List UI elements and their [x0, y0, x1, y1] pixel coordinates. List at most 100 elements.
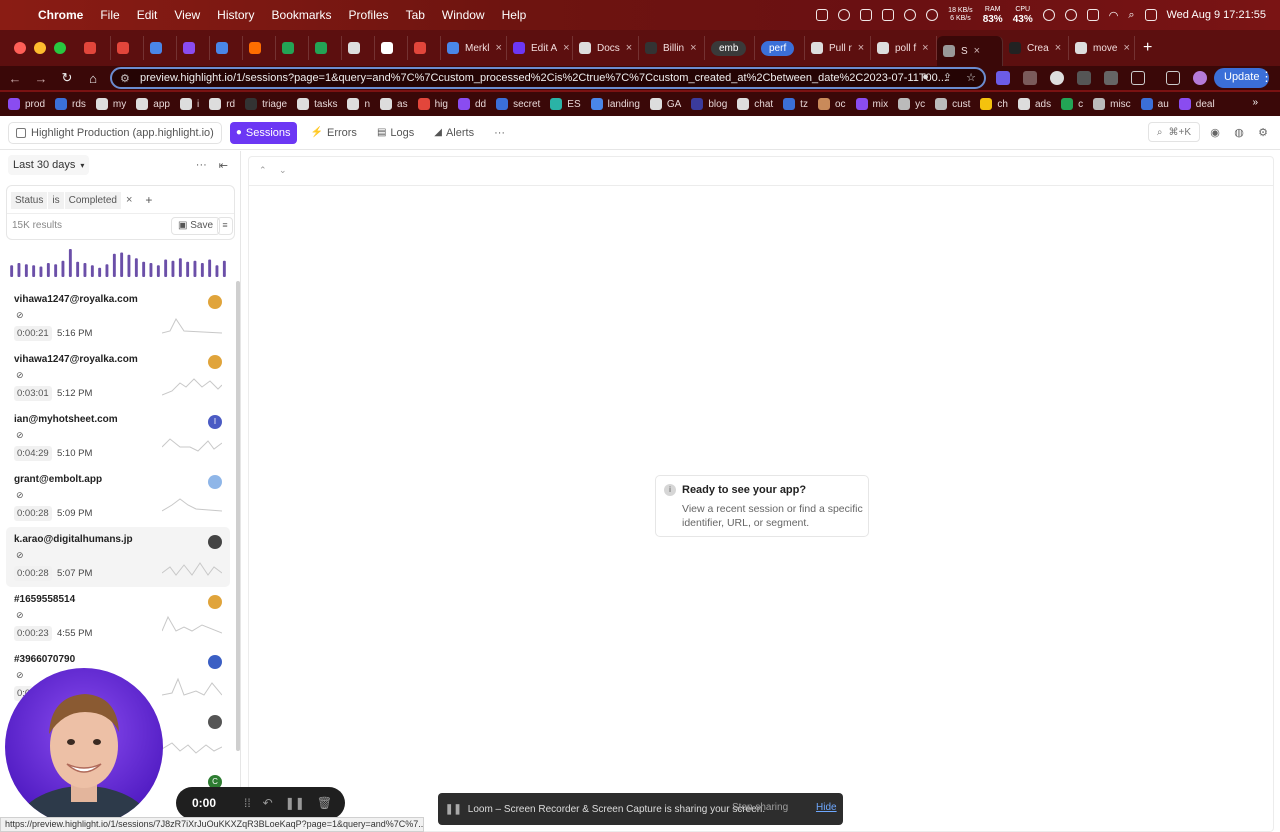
extension-icon[interactable] — [996, 71, 1010, 85]
bookmark-item[interactable]: blog — [691, 98, 727, 110]
trash-icon[interactable]: 🗑 — [317, 796, 332, 810]
forward-icon[interactable]: → — [28, 71, 54, 86]
menu-edit[interactable]: Edit — [137, 8, 158, 22]
nav-more-button[interactable]: ··· — [488, 122, 511, 144]
filter-field[interactable]: Status — [11, 191, 48, 209]
browser-tab[interactable]: Pull r × — [805, 36, 871, 60]
hide-banner-button[interactable]: Hide — [816, 802, 837, 813]
filter-value[interactable]: Completed — [64, 191, 121, 209]
histogram-bar[interactable] — [83, 263, 87, 277]
bookmark-item[interactable]: yc — [898, 98, 925, 110]
histogram-bar[interactable] — [61, 260, 65, 277]
date-range-picker[interactable]: Last 30 days ▾ — [8, 155, 90, 175]
menu-history[interactable]: History — [217, 8, 254, 22]
nav-logs[interactable]: ▤ Logs — [371, 122, 420, 144]
play-icon[interactable] — [1042, 9, 1055, 21]
close-tab-icon[interactable]: × — [626, 42, 632, 54]
close-tab-icon[interactable]: × — [858, 42, 864, 54]
status-app-icon[interactable] — [838, 9, 851, 21]
clock-datetime[interactable]: Wed Aug 9 17:21:55 — [1167, 9, 1267, 21]
segments-icon[interactable]: ≡ — [217, 217, 233, 235]
histogram-bar[interactable] — [39, 266, 43, 278]
zoom-window-button[interactable] — [54, 42, 66, 54]
bookmark-item[interactable]: au — [1140, 98, 1169, 110]
browser-tab[interactable] — [342, 36, 375, 60]
browser-tab[interactable]: perf — [755, 36, 805, 60]
histogram-bar[interactable] — [127, 254, 131, 277]
histogram-bar[interactable] — [24, 264, 28, 277]
wifi-icon[interactable]: ◠ — [1109, 9, 1119, 22]
bookmark-item[interactable]: my — [95, 98, 126, 110]
histogram-bar[interactable] — [17, 263, 21, 277]
remove-filter-icon[interactable]: × — [122, 191, 136, 209]
nav-alerts[interactable]: ◢ Alerts — [428, 122, 480, 144]
cpu-usage[interactable]: CPU 43% — [1013, 6, 1033, 25]
address-url[interactable]: preview.highlight.io/1/sessions?page=1&q… — [140, 72, 947, 84]
drag-handle-icon[interactable]: ⁞⁞ — [244, 796, 251, 810]
bookmark-item[interactable]: GA — [649, 98, 681, 110]
histogram-bar[interactable] — [171, 260, 175, 277]
command-search-button[interactable]: ⌕ ⌘+K — [1147, 122, 1200, 142]
bookmark-item[interactable]: oc — [817, 98, 846, 110]
histogram-bar[interactable] — [90, 265, 94, 277]
browser-tab[interactable]: Edit A × — [507, 36, 573, 60]
bookmark-item[interactable]: ch — [980, 98, 1008, 110]
bookmark-item[interactable]: c — [1061, 98, 1083, 110]
session-list-item[interactable]: #1659558514 ⊘ 0:00:23 4:55 PM — [6, 587, 230, 647]
stop-sharing-button[interactable]: Stop sharing — [732, 802, 788, 813]
clock-icon[interactable] — [1064, 9, 1077, 21]
browser-tab[interactable] — [111, 36, 144, 60]
network-speed[interactable]: 18 KB/s 6 KB/s — [948, 7, 973, 23]
histogram-bar[interactable] — [54, 264, 58, 277]
ram-usage[interactable]: RAM 83% — [983, 6, 1003, 25]
loom-camera-bubble[interactable] — [5, 668, 163, 826]
bookmarks-overflow-button[interactable]: » — [1252, 97, 1258, 108]
bookmark-item[interactable]: triage — [245, 98, 287, 110]
browser-tab[interactable] — [309, 36, 342, 60]
close-tab-icon[interactable]: × — [690, 42, 696, 54]
session-list-item[interactable]: grant@embolt.app ⊘ 0:00:28 5:09 PM — [6, 467, 230, 527]
histogram-bar[interactable] — [68, 249, 72, 277]
extension-icon[interactable] — [1077, 71, 1091, 85]
close-tab-icon[interactable]: × — [922, 42, 928, 54]
histogram-bar[interactable] — [134, 258, 138, 277]
histogram-bar[interactable] — [46, 263, 50, 277]
browser-tab[interactable]: Merkl × — [441, 36, 507, 60]
menu-window[interactable]: Window — [442, 8, 485, 22]
histogram-bar[interactable] — [76, 261, 80, 277]
extension-icon[interactable] — [1104, 71, 1118, 85]
histogram-bar[interactable] — [149, 263, 153, 277]
bookmark-item[interactable]: app — [136, 98, 170, 110]
histogram-bar[interactable] — [142, 261, 146, 277]
histogram-bar[interactable] — [208, 259, 212, 278]
settings-gear-icon[interactable]: ⚙ — [1254, 123, 1272, 141]
bookmark-item[interactable]: secret — [496, 98, 540, 110]
site-info-icon[interactable]: ⚙ — [120, 72, 132, 85]
status-app-icon[interactable] — [904, 9, 917, 21]
sidebar-toggle-icon[interactable] — [1166, 71, 1180, 85]
browser-tab[interactable]: Billin × — [639, 36, 705, 60]
status-app-icon[interactable] — [926, 9, 939, 21]
histogram-bar[interactable] — [156, 265, 160, 277]
nav-errors[interactable]: ⚡ Errors — [305, 122, 363, 144]
extension-icon[interactable] — [1050, 71, 1064, 85]
browser-tab[interactable] — [78, 36, 111, 60]
sessions-histogram[interactable] — [8, 247, 228, 277]
close-window-button[interactable] — [14, 42, 26, 54]
histogram-bar[interactable] — [164, 259, 168, 278]
bookmark-item[interactable]: as — [380, 98, 408, 110]
previous-session-icon[interactable]: ⌃ — [259, 165, 267, 176]
status-app-icon[interactable] — [816, 9, 829, 21]
menu-bookmarks[interactable]: Bookmarks — [272, 8, 332, 22]
session-list-item[interactable]: k.arao@digitalhumans.jp ⊘ 0:00:28 5:07 PM — [6, 527, 230, 587]
menu-file[interactable]: File — [100, 8, 119, 22]
bookmark-item[interactable]: dd — [457, 98, 486, 110]
menu-tab[interactable]: Tab — [406, 8, 425, 22]
bookmark-item[interactable]: prod — [8, 98, 45, 110]
more-options-icon[interactable]: ··· — [196, 159, 207, 172]
browser-tab[interactable]: Docs × — [573, 36, 639, 60]
browser-tab[interactable]: move × — [1069, 36, 1135, 60]
nav-sessions[interactable]: ● Sessions — [229, 121, 297, 144]
puzzle-icon[interactable] — [1131, 71, 1145, 85]
bookmark-item[interactable]: rds — [55, 98, 86, 110]
